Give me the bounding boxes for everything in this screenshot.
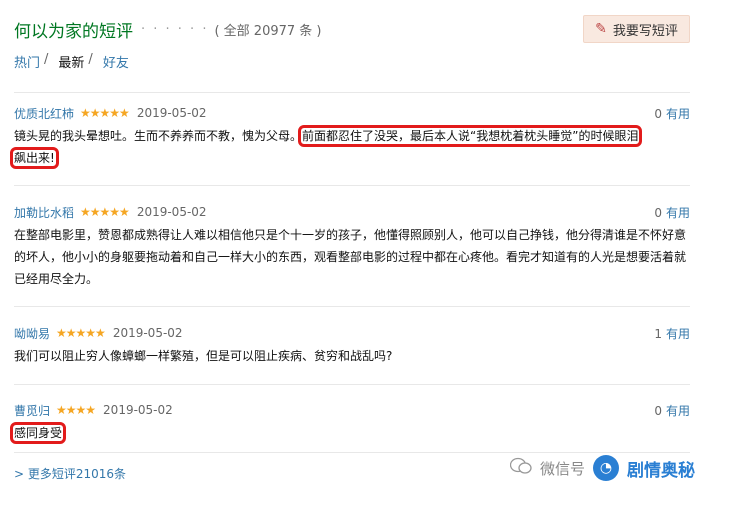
watermark-label: 微信号: [540, 459, 586, 478]
review-meta: 加勒比水稻 ★★★★★ 2019-05-02 0 有用: [14, 203, 690, 221]
useful-vote[interactable]: 0 有用: [654, 204, 690, 221]
star-rating-icon: ★★★★: [56, 403, 96, 417]
useful-label[interactable]: 有用: [666, 327, 690, 341]
star-rating-icon: ★★★★★: [80, 205, 130, 219]
highlighted-text: 感同身受: [9, 422, 67, 444]
useful-vote[interactable]: 0 有用: [654, 402, 690, 419]
write-review-label: 我要写短评: [612, 23, 678, 39]
review-username[interactable]: 曹觅归: [14, 402, 50, 419]
more-reviews-link[interactable]: > 更多短评21016条: [14, 465, 126, 482]
useful-count: 0: [654, 403, 662, 418]
review-total-count[interactable]: ( 全部 20977 条 ): [214, 20, 321, 39]
star-rating-icon: ★★★★★: [56, 326, 106, 340]
useful-vote[interactable]: 1 有用: [654, 325, 690, 342]
tab-separator: /: [88, 52, 93, 67]
review-meta: 曹觅归 ★★★★ 2019-05-02 0 有用: [14, 401, 690, 419]
title-dots: · · · · · ·: [141, 21, 209, 37]
write-review-button[interactable]: ✎ 我要写短评: [583, 15, 690, 43]
highlighted-text: 前面都忍住了没哭，最后本人说“我想枕着枕头睡觉”的时候眼泪: [298, 125, 643, 147]
useful-label[interactable]: 有用: [666, 206, 690, 220]
review-date: 2019-05-02: [112, 326, 183, 340]
tab-friends[interactable]: 好友: [103, 52, 129, 71]
useful-count: 0: [654, 106, 662, 121]
review-text-plain: 镜头晃的我头晕想吐。生而不养养而不教，愧为父母。: [14, 129, 303, 143]
divider: [14, 92, 690, 93]
useful-label[interactable]: 有用: [666, 107, 690, 121]
review-meta: 优质北红柿 ★★★★★ 2019-05-02 0 有用: [14, 104, 690, 122]
review-item: 呦呦易 ★★★★★ 2019-05-02 1 有用 我们可以阻止穷人像蟑螂一样繁殖…: [14, 324, 690, 367]
page-title: 何以为家的短评: [14, 21, 133, 42]
divider: [14, 306, 690, 307]
review-item: 加勒比水稻 ★★★★★ 2019-05-02 0 有用 在整部电影里，赞恩都成熟得…: [14, 203, 690, 290]
brand-logo-icon: ◔: [593, 455, 620, 481]
useful-count: 0: [654, 205, 662, 220]
divider: [14, 185, 690, 186]
tab-latest[interactable]: 最新: [58, 52, 84, 71]
star-rating-icon: ★★★★★: [80, 106, 130, 120]
review-date: 2019-05-02: [136, 106, 207, 120]
review-text: 镜头晃的我头晕想吐。生而不养养而不教，愧为父母。前面都忍住了没哭，最后本人说“我…: [10, 125, 690, 169]
divider: [14, 452, 690, 453]
sort-tabs: 热门 / 最新 / 好友: [14, 52, 129, 71]
review-meta: 呦呦易 ★★★★★ 2019-05-02 1 有用: [14, 324, 690, 342]
review-item: 优质北红柿 ★★★★★ 2019-05-02 0 有用 镜头晃的我头晕想吐。生而不…: [10, 104, 690, 169]
review-username[interactable]: 优质北红柿: [14, 105, 74, 122]
review-date: 2019-05-02: [136, 205, 207, 219]
review-text: 我们可以阻止穷人像蟑螂一样繁殖，但是可以阻止疾病、贫穷和战乱吗?: [14, 349, 393, 363]
watermark-brand: 剧情奥秘: [627, 460, 696, 481]
useful-vote[interactable]: 0 有用: [654, 105, 690, 122]
wechat-icon: [509, 457, 532, 479]
watermark: 微信号 ◔ 剧情奥秘: [509, 455, 696, 481]
review-date: 2019-05-02: [103, 403, 173, 417]
divider: [14, 384, 690, 385]
tab-separator: /: [44, 52, 49, 67]
tab-hot[interactable]: 热门: [14, 52, 40, 71]
useful-count: 1: [654, 326, 662, 341]
review-username[interactable]: 加勒比水稻: [14, 204, 74, 221]
review-item: 曹觅归 ★★★★ 2019-05-02 0 有用 感同身受: [9, 401, 690, 444]
review-text: 感同身受: [9, 422, 690, 444]
review-text: 在整部电影里，赞恩都成熟得让人难以相信他只是个十一岁的孩子，他懂得照顾别人，他可…: [14, 228, 687, 286]
pencil-icon: ✎: [595, 21, 607, 37]
review-username[interactable]: 呦呦易: [14, 325, 50, 342]
page-header: 何以为家的短评 · · · · · · ( 全部 20977 条 ): [14, 14, 322, 44]
useful-label[interactable]: 有用: [666, 404, 690, 418]
highlighted-text: 飙出来!: [10, 147, 59, 169]
